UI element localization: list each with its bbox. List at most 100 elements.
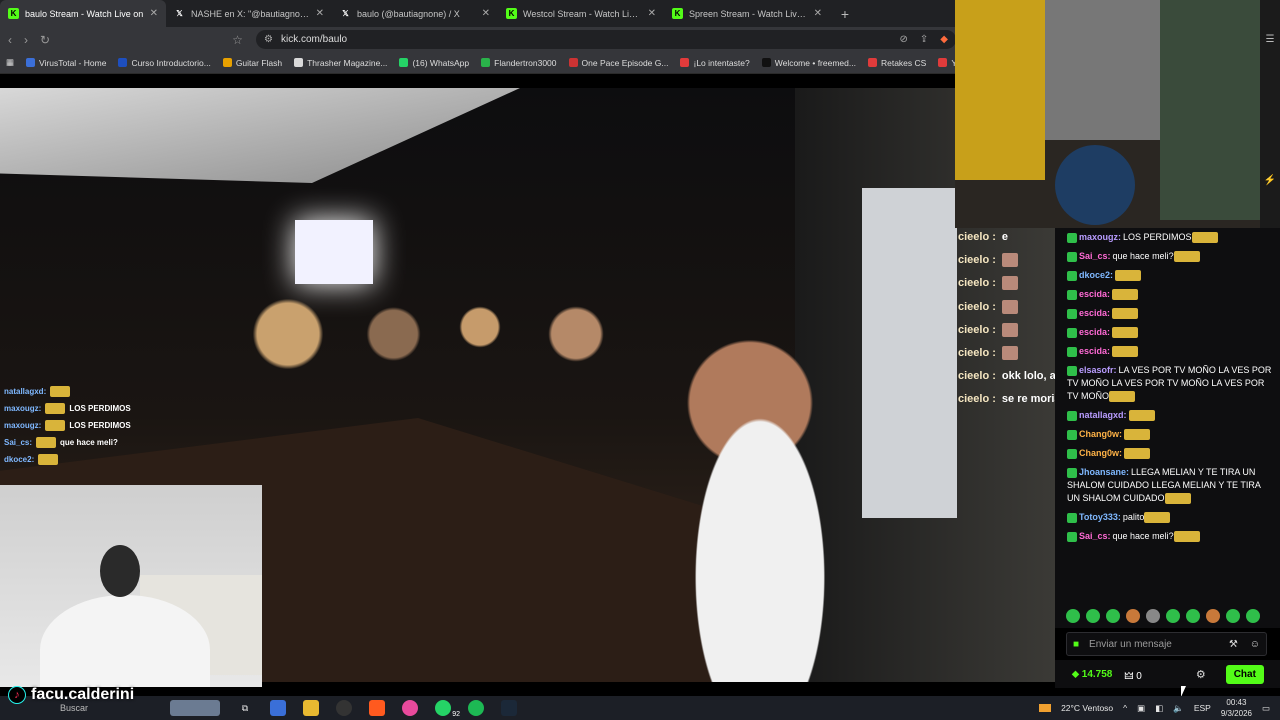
emoji-picker-icon[interactable]: ☺ <box>1250 639 1260 650</box>
task-view-icon[interactable]: ⧉ <box>237 700 253 716</box>
bookmark-item[interactable]: Curso Introductorio... <box>118 58 211 68</box>
browser-tab[interactable]: Kbaulo Stream - Watch Live on ✕ <box>0 0 166 27</box>
emote-icon[interactable] <box>1066 609 1080 623</box>
bookmark-item[interactable]: Thrasher Magazine... <box>294 58 387 68</box>
emote-icon[interactable] <box>1246 609 1260 623</box>
browser-tab[interactable]: K Westcol Stream - Watch Live on ✕ <box>498 0 664 27</box>
emote-icon[interactable] <box>1206 609 1220 623</box>
new-tab-button[interactable]: + <box>834 6 856 22</box>
emote-icon[interactable] <box>1086 609 1100 623</box>
chat-send-button[interactable]: Chat <box>1225 664 1264 684</box>
chat-message[interactable]: escida: <box>1055 285 1280 304</box>
chat-message[interactable]: escida: <box>1055 304 1280 323</box>
address-bar[interactable]: ⚙ kick.com/baulo ⊘ ⇪ ◆ <box>256 30 956 49</box>
browser-tab[interactable]: K Spreen Stream - Watch Live on K ✕ <box>664 0 830 27</box>
chat-message[interactable]: maxougz: LOS PERDIMOS <box>1055 228 1280 247</box>
chat-message[interactable]: natallagxd: <box>1055 406 1280 425</box>
notifications-icon[interactable]: ▭ <box>1262 703 1270 714</box>
weather-icon[interactable] <box>1039 704 1052 712</box>
chat-message[interactable]: Sai_cs: que hace meli? <box>1055 247 1280 266</box>
bookmark-item[interactable]: ¡Lo intentaste? <box>680 58 750 68</box>
emote-icon[interactable] <box>1126 609 1140 623</box>
chat-message[interactable]: Sai_cs: que hace meli? <box>1055 527 1280 546</box>
close-tab-icon[interactable]: ✕ <box>814 8 822 19</box>
emote-icon[interactable] <box>1166 609 1180 623</box>
close-tab-icon[interactable]: ✕ <box>150 8 158 19</box>
chat-badge-icon[interactable]: ■ <box>1073 639 1079 650</box>
steam-icon[interactable] <box>501 700 517 716</box>
chat-message[interactable]: elsasofr: LA VES POR TV MOÑO LA VES POR T… <box>1055 361 1280 406</box>
emote-icon[interactable] <box>1146 609 1160 623</box>
chat-username[interactable]: elsasofr: <box>1079 365 1117 375</box>
chat-message[interactable]: dkoce2: <box>1055 266 1280 285</box>
chat-username[interactable]: dkoce2: <box>1079 270 1113 280</box>
chat-message[interactable]: Totoy333: palito <box>1055 508 1280 527</box>
mute-icon[interactable]: ⊘ <box>900 34 908 45</box>
emote-icon[interactable] <box>1226 609 1240 623</box>
volume-icon[interactable]: 🔈 <box>1173 703 1184 714</box>
browser-tab[interactable]: 𝕏baulo (@bautiagnone) / X ✕ <box>332 0 498 27</box>
chat-input-placeholder[interactable]: Enviar un mensaje <box>1089 639 1172 650</box>
spotify-icon[interactable] <box>468 700 484 716</box>
reload-icon[interactable]: ↻ <box>40 33 50 47</box>
weather-text[interactable]: 22°C Ventoso <box>1061 703 1113 713</box>
bookmark-icon[interactable]: ☆ <box>232 33 243 47</box>
bookmark-item[interactable]: VirusTotal - Home <box>26 58 106 68</box>
chat-username[interactable]: maxougz: <box>1079 232 1121 242</box>
chat-username[interactable]: Chang0w: <box>1079 429 1122 439</box>
chat-username[interactable]: escida: <box>1079 346 1110 356</box>
chat-message[interactable]: escida: <box>1055 342 1280 361</box>
store-icon[interactable] <box>270 700 286 716</box>
bookmark-item[interactable]: Guitar Flash <box>222 58 282 68</box>
url-text[interactable]: kick.com/baulo <box>281 34 347 45</box>
chat-username[interactable]: escida: <box>1079 289 1110 299</box>
close-tab-icon[interactable]: ✕ <box>316 8 324 19</box>
thumbnail-icon[interactable] <box>170 700 220 716</box>
emote-icon[interactable] <box>1186 609 1200 623</box>
chat-username[interactable]: escida: <box>1079 308 1110 318</box>
chat-username[interactable]: natallagxd: <box>1079 410 1127 420</box>
clock[interactable]: 00:43 9/3/2026 <box>1221 697 1252 719</box>
brave-icon[interactable] <box>369 700 385 716</box>
site-info-icon[interactable]: ⚙ <box>264 34 273 45</box>
chat-username[interactable]: escida: <box>1079 327 1110 337</box>
chat-message[interactable]: Chang0w: <box>1055 425 1280 444</box>
bookmark-item[interactable]: Retakes CS <box>867 58 926 68</box>
forward-icon[interactable]: › <box>24 33 28 47</box>
bookmark-item[interactable]: (16) WhatsApp <box>399 58 469 68</box>
channel-points[interactable]: ⬥ 14.758 <box>1072 669 1112 680</box>
bookmark-item[interactable]: Welcome • freemed... <box>761 58 856 68</box>
expand-chat-icon[interactable]: ⚡ <box>1260 175 1280 186</box>
close-tab-icon[interactable]: ✕ <box>648 8 656 19</box>
obs-icon[interactable] <box>336 700 352 716</box>
bookmark-item[interactable]: One Pace Episode G... <box>568 58 668 68</box>
language-indicator[interactable]: ESP <box>1194 703 1211 713</box>
chat-message[interactable]: Chang0w: <box>1055 444 1280 463</box>
back-icon[interactable]: ‹ <box>8 33 12 47</box>
app-pink-icon[interactable] <box>402 700 418 716</box>
commands-icon[interactable]: ⚒ <box>1229 639 1238 650</box>
bookmark-item[interactable]: Flandertron3000 <box>481 58 557 68</box>
browser-tab[interactable]: 𝕏 NASHE en X: "@bautiagnone https:/ ✕ <box>166 0 332 27</box>
tray-app-icon[interactable]: ▣ <box>1137 703 1145 714</box>
chat-username[interactable]: Jhoansane: <box>1079 467 1129 477</box>
chat-message[interactable]: Jhoansane: LLEGA MELIAN Y TE TIRA UN SHAL… <box>1055 463 1280 508</box>
browser-menu-icon[interactable]: ☰ <box>1260 34 1280 45</box>
whatsapp-icon[interactable]: 92 <box>435 700 460 718</box>
chat-username[interactable]: Sai_cs: <box>1079 531 1111 541</box>
chat-settings-icon[interactable]: ⚙ <box>1196 668 1206 681</box>
brave-shield-icon[interactable]: ◆ <box>940 34 948 45</box>
network-icon[interactable]: ◧ <box>1155 703 1163 714</box>
gift-counter[interactable]: 🜲 0 <box>1124 664 1141 685</box>
emote-icon[interactable] <box>1106 609 1120 623</box>
chat-message[interactable]: escida: <box>1055 323 1280 342</box>
chat-username[interactable]: Sai_cs: <box>1079 251 1111 261</box>
close-tab-icon[interactable]: ✕ <box>482 8 490 19</box>
chat-username[interactable]: Totoy333: <box>1079 512 1121 522</box>
tray-chevron-icon[interactable]: ^ <box>1123 703 1127 713</box>
share-icon[interactable]: ⇪ <box>920 34 928 45</box>
file-explorer-icon[interactable] <box>303 700 319 716</box>
apps-grid-icon[interactable]: ▦ <box>6 57 14 68</box>
chat-input[interactable]: ■ Enviar un mensaje ⚒ ☺ <box>1066 632 1267 656</box>
chat-username[interactable]: Chang0w: <box>1079 448 1122 458</box>
